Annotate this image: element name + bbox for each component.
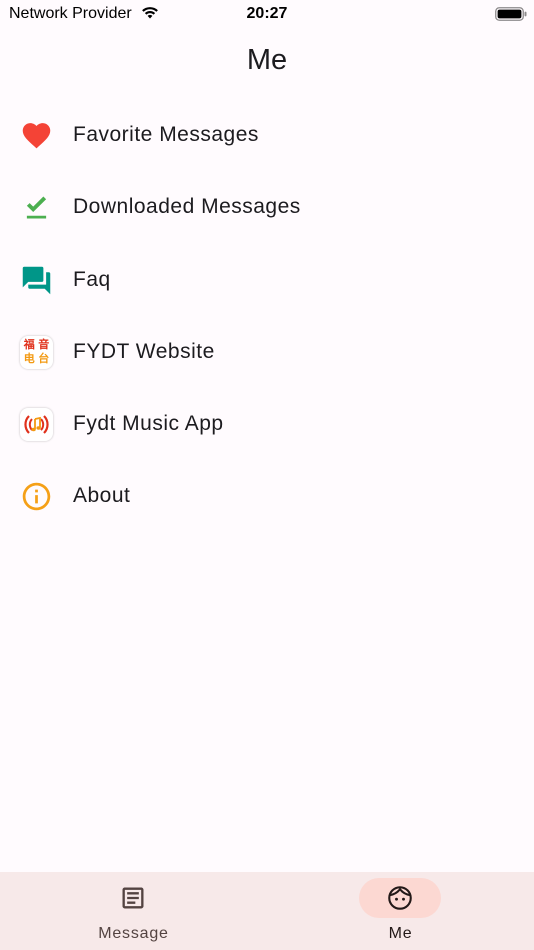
logo-char: 福 <box>23 337 35 351</box>
battery-icon <box>495 7 527 21</box>
status-time: 20:27 <box>246 5 288 22</box>
me-screen: Network Provider 20:27 Me Favorite Messa… <box>0 0 534 950</box>
menu-item-downloaded-messages[interactable]: Downloaded Messages <box>0 171 534 243</box>
menu-item-label: Faq <box>73 267 111 291</box>
nav-active-indicator <box>359 878 441 918</box>
menu-item-fydt-website[interactable]: 福 音 电 台 FYDT Website <box>0 316 534 388</box>
face-icon <box>388 886 412 910</box>
bottom-navigation-bar: Message Me <box>0 872 534 950</box>
page-title: Me <box>246 44 288 76</box>
download-done-icon <box>20 191 53 224</box>
menu-item-label: About <box>73 484 131 508</box>
menu-item-faq[interactable]: Faq <box>0 244 534 316</box>
nav-tab-label: Me <box>388 925 413 942</box>
nav-tab-message[interactable]: Message <box>0 872 267 950</box>
info-icon <box>20 480 53 513</box>
menu-item-about[interactable]: About <box>0 460 534 532</box>
menu-item-label: Downloaded Messages <box>73 195 301 219</box>
menu-item-favorite-messages[interactable]: Favorite Messages <box>0 99 534 171</box>
menu-item-label: Fydt Music App <box>73 412 224 436</box>
fydt-website-logo-icon: 福 音 电 台 <box>20 335 53 369</box>
logo-char: 电 <box>23 352 35 366</box>
fydt-music-app-icon <box>20 408 53 442</box>
article-icon <box>122 887 144 909</box>
menu-item-label: Favorite Messages <box>73 123 259 146</box>
logo-char: 台 <box>38 352 50 366</box>
menu-list: Favorite Messages Downloaded Messages Fa… <box>0 99 534 533</box>
nav-tab-me[interactable]: Me <box>267 872 534 950</box>
forum-icon <box>20 264 53 297</box>
logo-char: 音 <box>38 337 50 351</box>
status-bar: Network Provider 20:27 <box>0 0 534 28</box>
nav-tab-label: Message <box>98 925 169 942</box>
menu-item-label: FYDT Website <box>73 339 215 363</box>
heart-icon <box>20 119 53 152</box>
menu-item-fydt-music-app[interactable]: Fydt Music App <box>0 388 534 460</box>
nav-icon-container <box>92 878 174 918</box>
